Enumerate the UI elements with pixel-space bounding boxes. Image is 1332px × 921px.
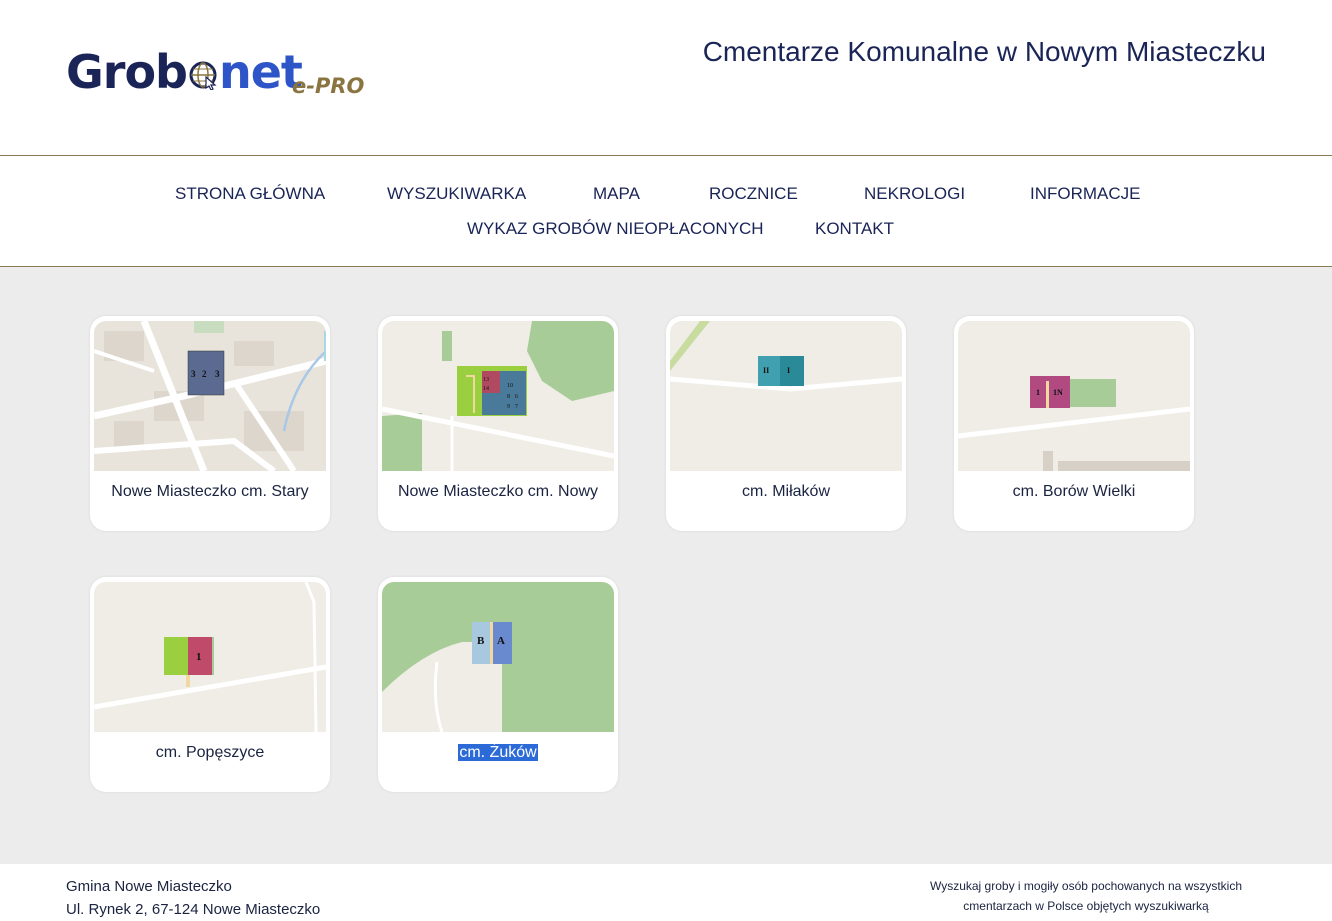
cemetery-name[interactable]: Nowe Miasteczko cm. Stary <box>90 483 330 501</box>
section-label: 7 <box>515 404 518 410</box>
nav-item-information[interactable]: INFORMACJE <box>1030 184 1141 204</box>
nav-item-obituaries[interactable]: NEKROLOGI <box>864 184 965 204</box>
cemetery-card-nm-stary[interactable]: 3 2 3 Nowe Miasteczko cm. Stary <box>90 316 330 531</box>
nav-item-home[interactable]: STRONA GŁÓWNA <box>175 184 325 204</box>
nav-item-map[interactable]: MAPA <box>593 184 640 204</box>
cemetery-card-borow-wielki[interactable]: 1 1N cm. Borów Wielki <box>954 316 1194 531</box>
logo-text-grob: Grob <box>66 45 188 99</box>
cemetery-map-thumbnail: 1 1N <box>958 321 1190 471</box>
cemetery-map-thumbnail: 3 2 3 <box>94 321 326 471</box>
globe-icon <box>188 46 218 91</box>
section-label: A <box>497 635 505 647</box>
section-label: 13 <box>483 377 489 383</box>
cemetery-grid: 3 2 3 Nowe Miasteczko cm. Stary 13 14 10 <box>0 267 1332 864</box>
section-label: 10 <box>507 383 513 389</box>
site-footer: Gmina Nowe Miasteczko Ul. Rynek 2, 67-12… <box>0 864 1332 921</box>
cemetery-card-popeszyce[interactable]: 1 cm. Popęszyce <box>90 577 330 792</box>
cemetery-map-thumbnail: 13 14 10 8 9 6 7 <box>382 321 614 471</box>
grobonet-logo[interactable]: Grob net e-PRO <box>66 44 386 104</box>
nav-item-search[interactable]: WYSZUKIWARKA <box>387 184 526 204</box>
main-navigation: STRONA GŁÓWNA WYSZUKIWARKA MAPA ROCZNICE… <box>0 156 1332 267</box>
cemetery-map-thumbnail: 1 <box>94 582 326 732</box>
footer-search-note[interactable]: Wyszukaj groby i mogiły osób pochowanych… <box>906 876 1266 916</box>
logo-subtitle: e-PRO <box>292 74 365 98</box>
site-title: Cmentarze Komunalne w Nowym Miasteczku <box>702 36 1266 67</box>
cemetery-name[interactable]: Nowe Miasteczko cm. Nowy <box>378 483 618 501</box>
section-label: 14 <box>483 386 489 392</box>
footer-address-line1: Gmina Nowe Miasteczko <box>66 878 232 895</box>
footer-address-line2: Ul. Rynek 2, 67-124 Nowe Miasteczko <box>66 901 321 918</box>
section-label: 1 <box>196 651 202 663</box>
section-label: 3 <box>215 369 220 379</box>
cemetery-name[interactable]: cm. Miłaków <box>666 483 906 501</box>
section-label: 6 <box>515 394 518 400</box>
cemetery-map-thumbnail: B A <box>382 582 614 732</box>
logo-text-net: net <box>218 45 303 99</box>
section-label: I <box>787 366 790 375</box>
nav-item-contact[interactable]: KONTAKT <box>815 219 894 239</box>
cemetery-name[interactable]: cm. Borów Wielki <box>954 483 1194 501</box>
cemetery-card-zukow[interactable]: B A cm. Żuków <box>378 577 618 792</box>
section-label: 3 <box>191 369 196 379</box>
nav-item-unpaid-graves[interactable]: WYKAZ GROBÓW NIEOPŁACONYCH <box>467 219 764 239</box>
cemetery-name[interactable]: cm. Żuków <box>378 744 618 762</box>
site-header: Grob net e-PRO Cmentarze Komunalne w Nowy… <box>0 0 1332 156</box>
nav-item-anniversaries[interactable]: ROCZNICE <box>709 184 798 204</box>
section-label: 8 <box>507 394 510 400</box>
cemetery-name[interactable]: cm. Popęszyce <box>90 744 330 762</box>
cemetery-card-milakow[interactable]: II I cm. Miłaków <box>666 316 906 531</box>
section-label: II <box>763 366 769 375</box>
section-label: B <box>477 635 485 647</box>
section-label: 2 <box>202 369 207 379</box>
section-label: 1 <box>1036 388 1040 397</box>
section-label: 9 <box>507 404 510 410</box>
cemetery-card-nm-nowy[interactable]: 13 14 10 8 9 6 7 Nowe Miasteczko cm. Now… <box>378 316 618 531</box>
cemetery-map-thumbnail: II I <box>670 321 902 471</box>
section-label: 1N <box>1053 388 1063 397</box>
logo-wordmark: Grob net <box>66 44 303 100</box>
